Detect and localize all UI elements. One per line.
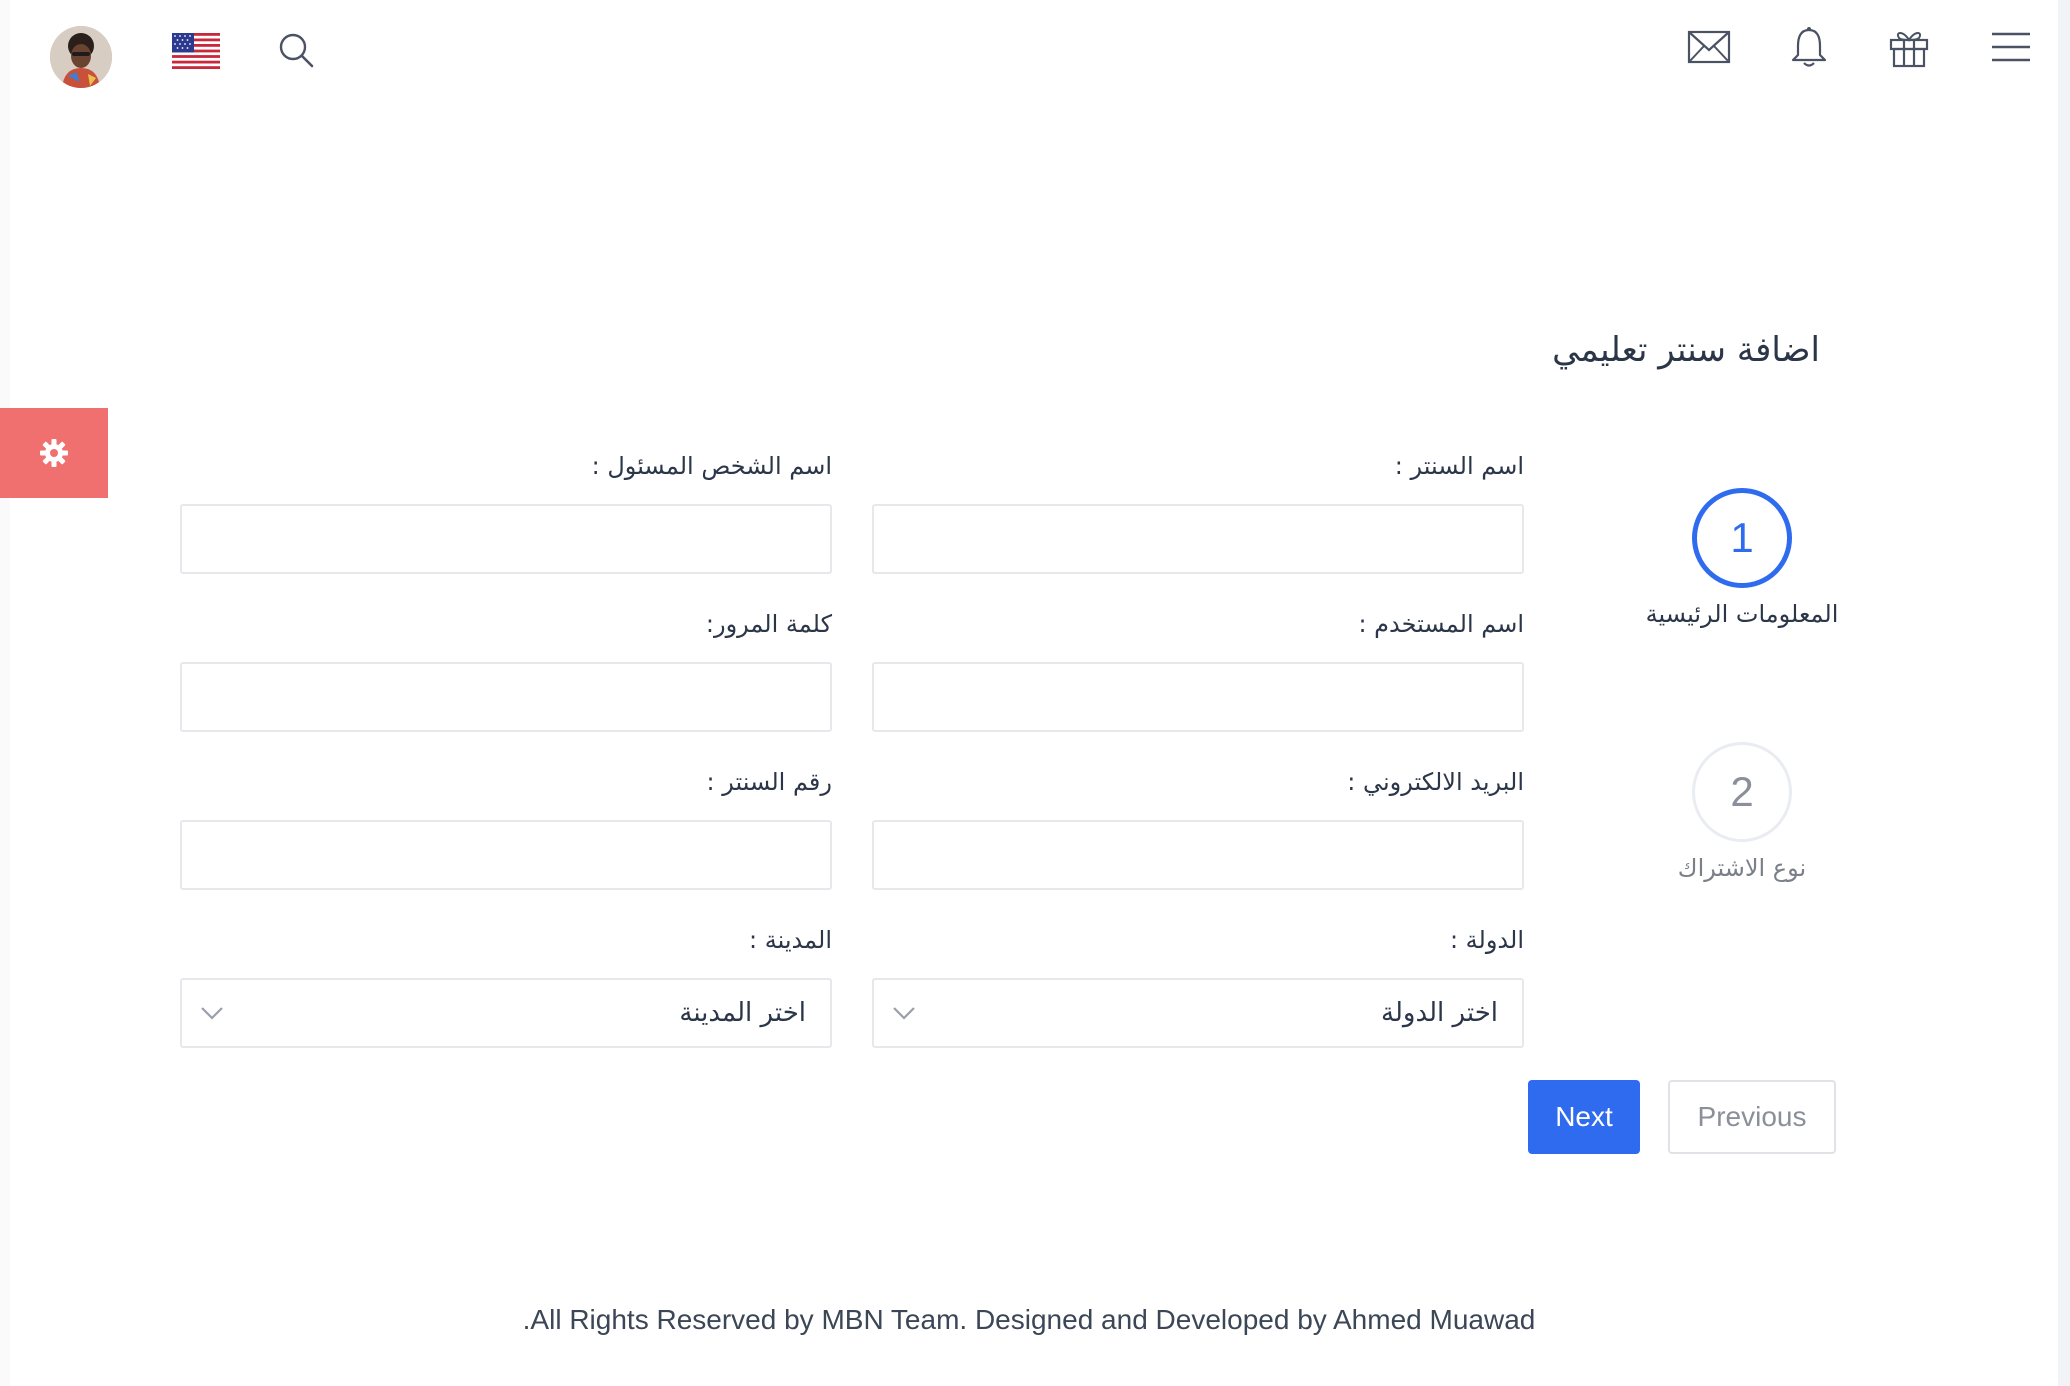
- page: اضافة سنتر تعليمي 1 المعلومات الرئيسية 2…: [0, 0, 2070, 1386]
- step-number-circle: 1: [1692, 488, 1792, 588]
- step-main-info[interactable]: 1 المعلومات الرئيسية: [1622, 488, 1862, 628]
- right-scroll-gutter: [2058, 0, 2070, 1386]
- search-icon[interactable]: [276, 30, 316, 70]
- country-label: الدولة :: [1449, 926, 1524, 954]
- gift-icon[interactable]: [1884, 22, 1934, 72]
- left-edge: [0, 0, 10, 1386]
- password-input[interactable]: [180, 662, 832, 732]
- country-selected-value: اختر الدولة: [1381, 998, 1498, 1028]
- step-number-circle: 2: [1692, 742, 1792, 842]
- chevron-down-icon: [893, 1007, 915, 1020]
- top-navbar: [0, 0, 2058, 100]
- gear-icon: [40, 439, 68, 467]
- settings-toggle-button[interactable]: [0, 408, 108, 498]
- city-label: المدينة :: [749, 926, 832, 954]
- user-avatar[interactable]: [50, 26, 112, 88]
- us-flag-icon[interactable]: [172, 33, 220, 69]
- center-phone-label: رقم السنتر :: [706, 768, 833, 796]
- footer-copyright: .All Rights Reserved by MBN Team. Design…: [522, 1304, 1536, 1335]
- center-name-label: اسم السنتر :: [1394, 452, 1524, 480]
- country-select[interactable]: اختر الدولة: [872, 978, 1524, 1048]
- username-input[interactable]: [872, 662, 1524, 732]
- step-label: نوع الاشتراك: [1677, 854, 1807, 882]
- avatar-image: [50, 26, 112, 88]
- email-input[interactable]: [872, 820, 1524, 890]
- city-select[interactable]: اختر المدينة: [180, 978, 832, 1048]
- responsible-person-input[interactable]: [180, 504, 832, 574]
- mail-icon[interactable]: [1684, 22, 1734, 72]
- password-label: كلمة المرور:: [705, 610, 832, 638]
- email-label: البريد الالكتروني :: [1347, 768, 1524, 796]
- step-subscription-type[interactable]: 2 نوع الاشتراك: [1622, 742, 1862, 882]
- page-title: اضافة سنتر تعليمي: [1552, 330, 1820, 370]
- previous-button[interactable]: Previous: [1668, 1080, 1836, 1154]
- username-label: اسم المستخدم :: [1358, 610, 1524, 638]
- next-button[interactable]: Next: [1528, 1080, 1640, 1154]
- city-selected-value: اختر المدينة: [679, 998, 806, 1028]
- responsible-person-label: اسم الشخص المسئول :: [591, 452, 832, 480]
- hamburger-menu-icon[interactable]: [1986, 22, 2036, 72]
- center-name-input[interactable]: [872, 504, 1524, 574]
- center-phone-input[interactable]: [180, 820, 832, 890]
- chevron-down-icon: [201, 1007, 223, 1020]
- bell-icon[interactable]: [1784, 22, 1834, 72]
- step-label: المعلومات الرئيسية: [1645, 600, 1839, 628]
